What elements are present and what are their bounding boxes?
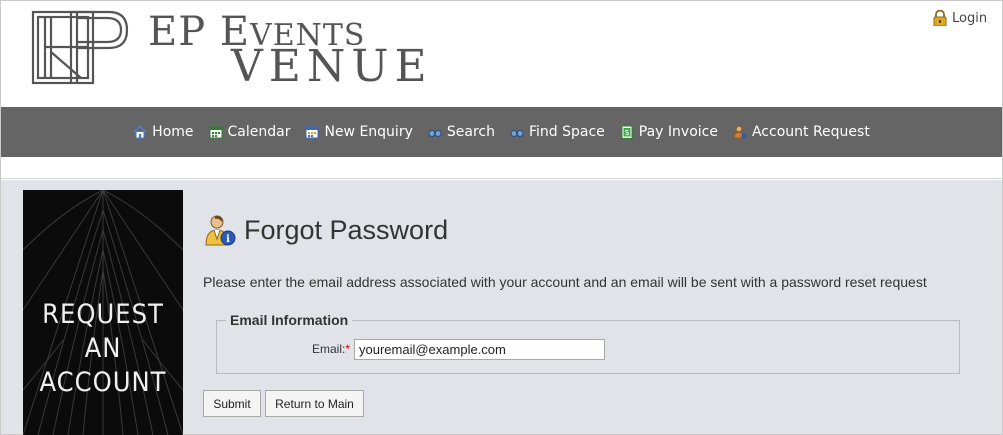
submit-button[interactable]: Submit [203,390,261,417]
login-link[interactable]: Login [933,10,987,26]
page-title: i Forgot Password [204,213,448,247]
header: EP EVENTS VENUE Login [1,1,1002,107]
request-account-banner[interactable]: REQUEST AN ACCOUNT [23,190,183,435]
nav-item-account-request[interactable]: Account Request [733,124,870,140]
nav-item-pay-invoice[interactable]: $ Pay Invoice [620,124,718,140]
home-icon [133,125,147,139]
svg-text:$: $ [624,128,629,137]
banner-line-1: REQUEST [42,299,164,330]
email-field[interactable] [354,339,605,360]
nav-label-search: Search [446,124,495,140]
return-to-main-button[interactable]: Return to Main [265,390,364,417]
nav-item-search[interactable]: Search [428,124,495,140]
banner-line-3: ACCOUNT [39,367,167,398]
ep-logo[interactable] [31,10,131,85]
fieldset-legend: Email Information [226,312,353,328]
user-info-icon: i [205,215,236,246]
main-nav: Home Calendar New Enquiry Search Find Sp… [1,107,1002,157]
invoice-icon: $ [621,125,633,139]
nav-label-pay-invoice: Pay Invoice [638,124,718,140]
email-label-text: Email: [312,342,346,356]
intro-text: Please enter the email address associate… [203,274,927,290]
email-label: Email:* [312,342,350,356]
lock-icon [933,10,947,26]
svg-text:i: i [226,234,230,245]
email-information-fieldset: Email Information Email:* [216,312,960,374]
enquiry-icon [305,126,319,139]
nav-label-new-enquiry: New Enquiry [324,124,413,140]
nav-label-calendar: Calendar [227,124,291,140]
nav-spacer [1,157,1002,179]
calendar-icon [209,126,223,139]
brand-name-line2: VENUE [231,41,433,92]
main-content: REQUEST AN ACCOUNT i Forgot Password Ple… [1,180,1002,435]
binoculars-icon [510,130,524,137]
nav-item-new-enquiry[interactable]: New Enquiry [305,124,413,140]
banner-line-2: AN [84,333,122,364]
nav-item-find-space[interactable]: Find Space [510,124,605,140]
account-icon [733,125,747,139]
binoculars-icon [428,130,442,137]
nav-label-home: Home [152,124,194,140]
nav-item-calendar[interactable]: Calendar [209,124,291,140]
banner-text: REQUEST AN ACCOUNT [23,298,183,400]
login-label: Login [952,10,988,26]
nav-label-account-request: Account Request [751,124,870,140]
page-title-text: Forgot Password [244,214,449,245]
required-mark: * [345,342,351,356]
nav-label-find-space: Find Space [528,124,605,140]
nav-item-home[interactable]: Home [133,124,194,140]
